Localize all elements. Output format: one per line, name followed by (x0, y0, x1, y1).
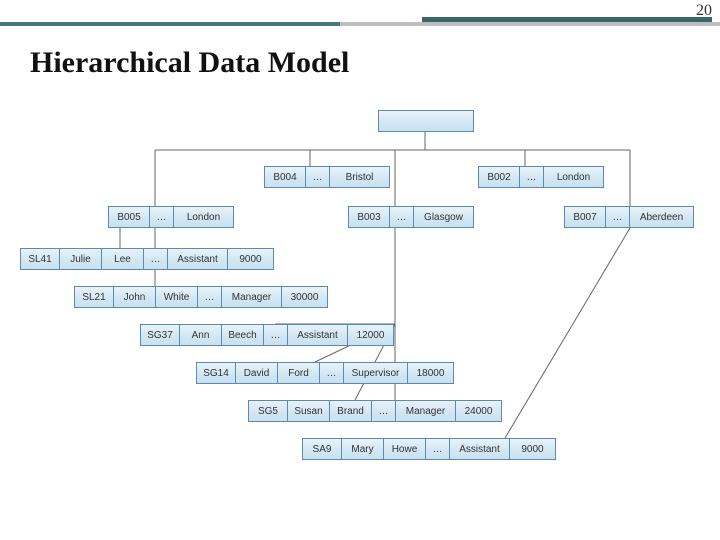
staff-lname: Howe (384, 438, 426, 460)
staff-lname: Beech (222, 324, 264, 346)
staff-salary: 30000 (282, 286, 328, 308)
ellipsis: … (306, 166, 330, 188)
staff-role: Supervisor (344, 362, 408, 384)
ellipsis: … (426, 438, 450, 460)
staff-salary: 9000 (228, 248, 274, 270)
branch-city: London (544, 166, 604, 188)
ellipsis: … (372, 400, 396, 422)
staff-fname: David (236, 362, 278, 384)
branch-node-b005: B005 … London (108, 206, 234, 228)
ellipsis: … (606, 206, 630, 228)
header-rule-gray (340, 22, 720, 26)
staff-id: SL41 (20, 248, 60, 270)
staff-salary: 18000 (408, 362, 454, 384)
ellipsis: … (198, 286, 222, 308)
branch-node-b007: B007 … Aberdeen (564, 206, 694, 228)
branch-id: B004 (264, 166, 306, 188)
staff-role: Assistant (288, 324, 348, 346)
slide-header: 20 (0, 0, 720, 28)
ellipsis: … (390, 206, 414, 228)
branch-city: Glasgow (414, 206, 474, 228)
root-cell (378, 110, 474, 132)
staff-id: SL21 (74, 286, 114, 308)
branch-id: B003 (348, 206, 390, 228)
staff-id: SG5 (248, 400, 288, 422)
branch-node-b004: B004 … Bristol (264, 166, 390, 188)
staff-fname: Mary (342, 438, 384, 460)
staff-id: SG14 (196, 362, 236, 384)
staff-role: Assistant (450, 438, 510, 460)
staff-lname: Lee (102, 248, 144, 270)
staff-salary: 24000 (456, 400, 502, 422)
staff-node-sg14: SG14 David Ford … Supervisor 18000 (196, 362, 454, 384)
staff-fname: Julie (60, 248, 102, 270)
ellipsis: … (150, 206, 174, 228)
staff-salary: 12000 (348, 324, 394, 346)
staff-fname: Susan (288, 400, 330, 422)
branch-city: Bristol (330, 166, 390, 188)
page-title: Hierarchical Data Model (30, 46, 349, 80)
staff-fname: John (114, 286, 156, 308)
ellipsis: … (264, 324, 288, 346)
branch-id: B007 (564, 206, 606, 228)
staff-node-sg5: SG5 Susan Brand … Manager 24000 (248, 400, 502, 422)
staff-role: Manager (222, 286, 282, 308)
staff-lname: Ford (278, 362, 320, 384)
staff-node-sl41: SL41 Julie Lee … Assistant 9000 (20, 248, 274, 270)
ellipsis: … (520, 166, 544, 188)
header-rule-accent (422, 17, 712, 22)
branch-city: Aberdeen (630, 206, 694, 228)
staff-salary: 9000 (510, 438, 556, 460)
branch-city: London (174, 206, 234, 228)
branch-node-b002: B002 … London (478, 166, 604, 188)
branch-node-b003: B003 … Glasgow (348, 206, 474, 228)
root-node (378, 110, 474, 132)
staff-id: SA9 (302, 438, 342, 460)
staff-lname: Brand (330, 400, 372, 422)
header-rule-teal (0, 22, 340, 26)
staff-id: SG37 (140, 324, 180, 346)
ellipsis: … (144, 248, 168, 270)
staff-lname: White (156, 286, 198, 308)
branch-id: B005 (108, 206, 150, 228)
staff-node-sa9: SA9 Mary Howe … Assistant 9000 (302, 438, 556, 460)
staff-fname: Ann (180, 324, 222, 346)
branch-id: B002 (478, 166, 520, 188)
staff-node-sg37: SG37 Ann Beech … Assistant 12000 (140, 324, 394, 346)
staff-role: Manager (396, 400, 456, 422)
staff-role: Assistant (168, 248, 228, 270)
slide-number: 20 (696, 2, 712, 20)
hierarchy-diagram: B004 … Bristol B002 … London B005 … Lond… (0, 110, 720, 540)
staff-node-sl21: SL21 John White … Manager 30000 (74, 286, 328, 308)
ellipsis: … (320, 362, 344, 384)
